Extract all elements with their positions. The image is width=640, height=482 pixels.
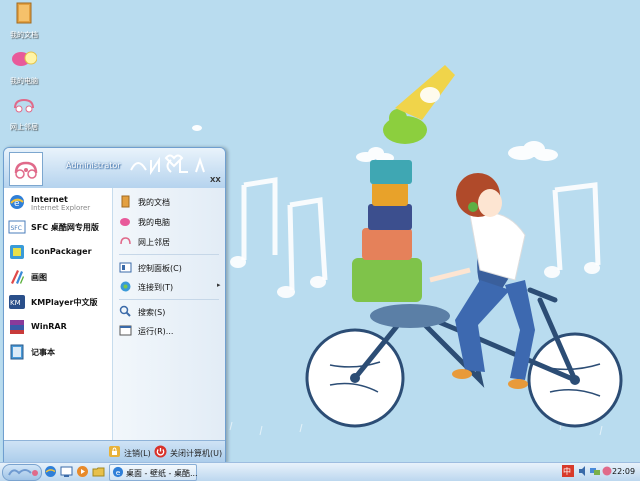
documents-icon <box>121 195 130 208</box>
desktop-icon-label: 网上邻居 <box>10 123 38 131</box>
desktop-icon-my-documents[interactable]: 我的文档 <box>0 0 48 40</box>
connect-icon <box>120 281 131 292</box>
taskbar-button-desktop[interactable]: e 桌面 - 壁纸 - 桌酷... <box>109 464 198 481</box>
close-label[interactable]: XX <box>210 176 221 184</box>
volume-icon[interactable] <box>578 466 588 476</box>
place-control-panel[interactable]: 控制面板(C) <box>117 260 223 276</box>
search-icon <box>119 305 131 317</box>
logoff-label: 注销(L) <box>124 449 151 458</box>
start-logo-icon <box>8 469 38 476</box>
pinned-title: Internet <box>31 195 68 204</box>
key-icon <box>109 446 120 457</box>
taskbar-button-label: 桌面 - 壁纸 - 桌酷... <box>126 469 198 478</box>
logoff-button[interactable]: 注销(L) <box>108 445 156 459</box>
pinned-title: SFC 桌酷网专用版 <box>31 223 99 232</box>
pinned-programs: e Internet Internet Explorer SFC SFC 桌酷网… <box>4 188 113 440</box>
separator <box>119 299 219 300</box>
app-tray-icon[interactable] <box>602 466 612 476</box>
quicklaunch-folder-icon[interactable] <box>92 465 105 478</box>
network-icon <box>120 237 131 245</box>
pinned-subtitle: Internet Explorer <box>31 204 91 212</box>
start-menu-footer: 注销(L) 关闭计算机(U) <box>4 440 225 462</box>
svg-text:e: e <box>14 199 20 209</box>
pinned-title: 画图 <box>31 273 47 282</box>
place-label: 运行(R)... <box>138 327 174 336</box>
pinned-title: IconPackager <box>31 247 92 256</box>
control-panel-icon <box>119 262 132 273</box>
desktop: 我的文档 我的电脑 网上邻居 Administrator XX e Intern… <box>0 0 640 462</box>
kmplayer-icon: KM <box>9 295 25 309</box>
angel-logo <box>130 154 205 176</box>
start-menu: Administrator XX e Internet Internet Exp… <box>3 147 226 462</box>
network-icon <box>14 98 34 113</box>
pinned-sfc[interactable]: SFC SFC 桌酷网专用版 <box>6 216 110 238</box>
shutdown-label: 关闭计算机(U) <box>170 449 223 458</box>
pinned-paint[interactable]: 画图 <box>6 266 110 288</box>
start-menu-header: Administrator XX <box>4 148 225 188</box>
desktop-icon-network[interactable]: 网上邻居 <box>0 92 48 132</box>
place-label: 我的电脑 <box>138 218 170 227</box>
quicklaunch-desktop-icon[interactable] <box>60 465 73 478</box>
place-label: 网上邻居 <box>138 238 170 247</box>
network-tray-icon[interactable] <box>590 466 600 476</box>
quicklaunch-ie-icon[interactable] <box>44 465 57 478</box>
place-label: 我的文档 <box>138 198 170 207</box>
place-label: 控制面板(C) <box>138 264 182 273</box>
user-avatar[interactable] <box>9 152 43 186</box>
desktop-icon-my-computer[interactable]: 我的电脑 <box>0 46 48 86</box>
place-search[interactable]: 搜索(S) <box>117 304 223 320</box>
quicklaunch-media-icon[interactable] <box>76 465 89 478</box>
folder-icon <box>16 2 32 24</box>
pinned-winrar[interactable]: WinRAR <box>6 316 110 338</box>
computer-icon <box>120 218 130 226</box>
desktop-icon-label: 我的文档 <box>10 31 38 39</box>
ie-icon: e <box>112 466 124 477</box>
place-network[interactable]: 网上邻居 <box>117 234 223 250</box>
place-run[interactable]: 运行(R)... <box>117 323 223 339</box>
sfc-icon: SFC <box>8 220 26 234</box>
run-icon <box>119 325 132 336</box>
username: Administrator <box>66 161 121 170</box>
svg-text:SFC: SFC <box>11 225 22 232</box>
pinned-internet[interactable]: e Internet Internet Explorer <box>6 191 110 213</box>
place-label: 连接到(T) <box>138 283 174 292</box>
power-icon <box>154 445 167 458</box>
desktop-icon-label: 我的电脑 <box>10 77 38 85</box>
svg-text:e: e <box>116 468 121 477</box>
internet-explorer-icon: e <box>10 195 24 209</box>
place-label: 搜索(S) <box>138 308 166 317</box>
place-my-documents[interactable]: 我的文档 <box>117 194 223 210</box>
pinned-title: KMPlayer中文版 <box>31 298 98 307</box>
place-connect-to[interactable]: 连接到(T) ▸ <box>117 279 223 295</box>
place-my-computer[interactable]: 我的电脑 <box>117 214 223 230</box>
shutdown-button[interactable]: 关闭计算机(U) <box>154 445 224 459</box>
cloud-heart-icon <box>14 161 38 179</box>
submenu-arrow-icon: ▸ <box>217 281 221 289</box>
computer-icon <box>12 51 38 66</box>
ime-label: 中 <box>563 467 571 476</box>
pinned-title: 记事本 <box>31 348 55 357</box>
iconpackager-icon <box>10 245 24 259</box>
notepad-icon <box>10 344 24 360</box>
pinned-kmplayer[interactable]: KM KMPlayer中文版 <box>6 291 110 313</box>
start-button[interactable] <box>2 464 42 481</box>
winrar-icon <box>10 320 24 334</box>
pinned-title: WinRAR <box>31 322 67 331</box>
svg-text:KM: KM <box>10 299 21 307</box>
pinned-iconpackager[interactable]: IconPackager <box>6 241 110 263</box>
paint-icon <box>11 270 24 284</box>
taskbar: e 桌面 - 壁纸 - 桌酷... 中 22:09 <box>0 462 640 481</box>
separator <box>119 254 219 255</box>
pinned-notepad[interactable]: 记事本 <box>6 341 110 363</box>
clock[interactable]: 22:09 <box>612 467 635 476</box>
places-panel: 我的文档 我的电脑 网上邻居 控制面板(C) 连接到(T) ▸ 搜索(S) 运行… <box>113 188 225 440</box>
